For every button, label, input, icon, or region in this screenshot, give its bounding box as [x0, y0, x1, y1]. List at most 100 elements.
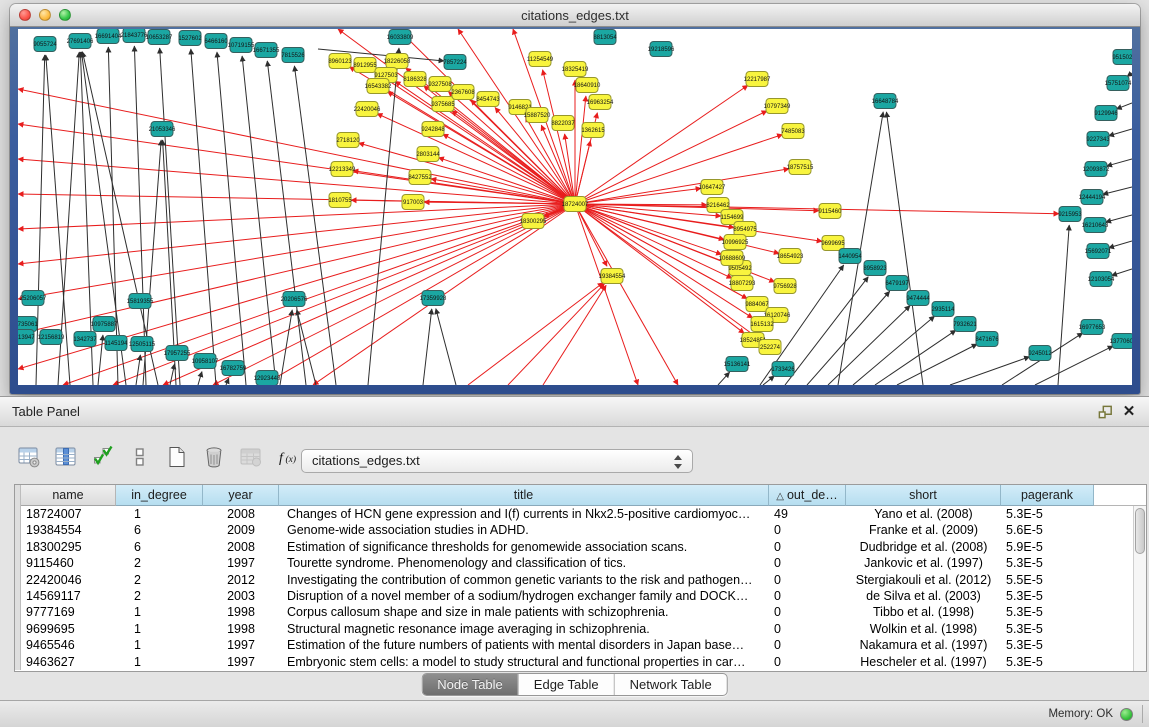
graph-node[interactable]: 16648784 — [872, 94, 899, 109]
window-titlebar[interactable]: citations_edges.txt — [10, 4, 1140, 27]
graph-node[interactable]: 12156819 — [38, 330, 65, 345]
graph-node[interactable]: 8960123 — [328, 54, 352, 69]
graph-node[interactable]: 17957255 — [164, 346, 191, 361]
memory-status-indicator[interactable] — [1120, 708, 1133, 721]
table-mode-button[interactable] — [14, 443, 44, 471]
graph-node[interactable]: 9327508 — [428, 77, 452, 92]
graph-edge[interactable] — [18, 204, 575, 334]
graph-node[interactable]: 1733426 — [771, 362, 795, 377]
graph-node[interactable]: 10653287 — [146, 30, 173, 45]
unselect-all-button[interactable] — [125, 443, 155, 471]
graph-node[interactable]: 1615132 — [750, 317, 774, 332]
graph-node[interactable]: 252274 — [759, 340, 781, 355]
graph-edge[interactable] — [575, 169, 789, 204]
graph-node[interactable]: 27691406 — [67, 34, 94, 49]
table-vertical-scrollbar[interactable] — [1133, 506, 1146, 671]
graph-edge[interactable] — [163, 204, 575, 385]
graph-node[interactable]: 9245012 — [1028, 346, 1052, 361]
graph-edge[interactable] — [242, 56, 276, 385]
close-window-button[interactable] — [19, 9, 31, 21]
graph-node[interactable]: 7857224 — [443, 55, 467, 70]
graph-node[interactable]: 8813054 — [593, 30, 617, 45]
graph-node[interactable]: 7815526 — [281, 48, 305, 63]
graph-edge[interactable] — [18, 204, 575, 229]
graph-node[interactable]: 10996925 — [722, 235, 749, 250]
graph-node[interactable]: 11254549 — [527, 52, 554, 67]
column-header-in_degree[interactable]: in_degree — [116, 485, 203, 506]
delete-table-button[interactable] — [236, 443, 266, 471]
table-row[interactable]: 1456911722003Disruption of a novel membe… — [15, 588, 1146, 604]
table-row[interactable]: 946362711997Embryonic stem cells: a mode… — [15, 654, 1146, 670]
graph-node[interactable]: 15887520 — [524, 108, 551, 123]
graph-edge[interactable] — [886, 112, 923, 385]
graph-edge[interactable] — [543, 285, 606, 385]
graph-edge[interactable] — [280, 310, 292, 385]
graph-edge[interactable] — [575, 134, 783, 204]
graph-edge[interactable] — [1109, 129, 1132, 136]
graph-node[interactable]: 16671355 — [253, 43, 280, 58]
graph-node[interactable]: 1362615 — [581, 123, 605, 138]
graph-node[interactable]: 10975887 — [91, 317, 118, 332]
graph-node[interactable]: 7485083 — [781, 124, 805, 139]
graph-edge[interactable] — [297, 310, 316, 385]
graph-edge[interactable] — [1111, 269, 1132, 276]
table-row[interactable]: 1938455462009Genome-wide association stu… — [15, 522, 1146, 538]
graph-edge[interactable] — [226, 378, 229, 385]
float-panel-button[interactable] — [1095, 403, 1115, 421]
graph-edge[interactable] — [718, 372, 730, 385]
graph-node[interactable]: 12093872 — [1083, 162, 1110, 177]
graph-node[interactable]: 13770602 — [1110, 334, 1132, 349]
graph-node[interactable]: 10719155 — [228, 38, 255, 53]
select-all-button[interactable] — [88, 443, 118, 471]
create-column-button[interactable] — [162, 443, 192, 471]
graph-node[interactable]: 16033809 — [387, 30, 414, 45]
column-header-year[interactable]: year — [203, 485, 279, 506]
graph-edge[interactable] — [468, 283, 603, 385]
graph-node[interactable]: 10688609 — [719, 251, 746, 266]
graph-node[interactable]: 18724007 — [562, 197, 589, 212]
column-header-short[interactable]: short — [846, 485, 1001, 506]
graph-node[interactable]: 9375685 — [431, 97, 455, 112]
graph-node[interactable]: 17359928 — [420, 291, 447, 306]
graph-node[interactable]: 8186328 — [403, 72, 427, 87]
graph-edge[interactable] — [575, 204, 638, 385]
graph-node[interactable]: 21053346 — [149, 122, 176, 137]
graph-node[interactable]: 8958923 — [863, 261, 887, 276]
graph-node[interactable]: 8912955 — [353, 58, 377, 73]
graph-node[interactable]: 1440954 — [838, 249, 862, 264]
graph-edge[interactable] — [807, 291, 890, 385]
tab-network-table[interactable]: Network Table — [614, 674, 727, 695]
graph-node[interactable]: 2803144 — [416, 147, 440, 162]
minimize-window-button[interactable] — [39, 9, 51, 21]
graph-edge[interactable] — [828, 306, 910, 385]
zoom-window-button[interactable] — [59, 9, 71, 21]
graph-node[interactable]: 9515024 — [1112, 50, 1132, 65]
graph-edge[interactable] — [763, 376, 774, 385]
graph-node[interactable]: 10797349 — [764, 99, 791, 114]
graph-node[interactable]: 20206576 — [281, 292, 308, 307]
graph-node[interactable]: 18654923 — [777, 249, 804, 264]
graph-node[interactable]: 16543382 — [365, 79, 392, 94]
graph-edge[interactable] — [875, 330, 956, 385]
column-header-name[interactable]: name — [21, 485, 116, 506]
table-row[interactable]: 946554611997Estimation of the future num… — [15, 637, 1146, 653]
graph-node[interactable]: 12505115 — [129, 337, 156, 352]
graph-edge[interactable] — [18, 204, 575, 299]
graph-edge[interactable] — [436, 309, 456, 385]
graph-edge[interactable] — [160, 48, 180, 385]
graph-node[interactable]: 12923448 — [254, 371, 281, 386]
graph-node[interactable]: 16210643 — [1082, 218, 1109, 233]
graph-node[interactable]: 10958107 — [192, 354, 219, 369]
table-row[interactable]: 1830029562008Estimation of significance … — [15, 539, 1146, 555]
graph-node[interactable]: 15751074 — [1105, 76, 1132, 91]
graph-node[interactable]: 15692071 — [1085, 244, 1112, 259]
table-row[interactable]: 911546021997Tourette syndrome. Phenomeno… — [15, 555, 1146, 571]
graph-edge[interactable] — [198, 372, 202, 385]
table-row[interactable]: 1872400712008Changes of HCN gene express… — [15, 506, 1146, 522]
graph-edge[interactable] — [191, 49, 216, 385]
show-columns-button[interactable] — [51, 443, 81, 471]
graph-node[interactable]: 9474444 — [906, 291, 930, 306]
graph-node[interactable]: 1145194 — [105, 336, 129, 351]
graph-node[interactable]: 18325419 — [562, 62, 589, 77]
table-row[interactable]: 977716911998Corpus callosum shape and si… — [15, 604, 1146, 620]
